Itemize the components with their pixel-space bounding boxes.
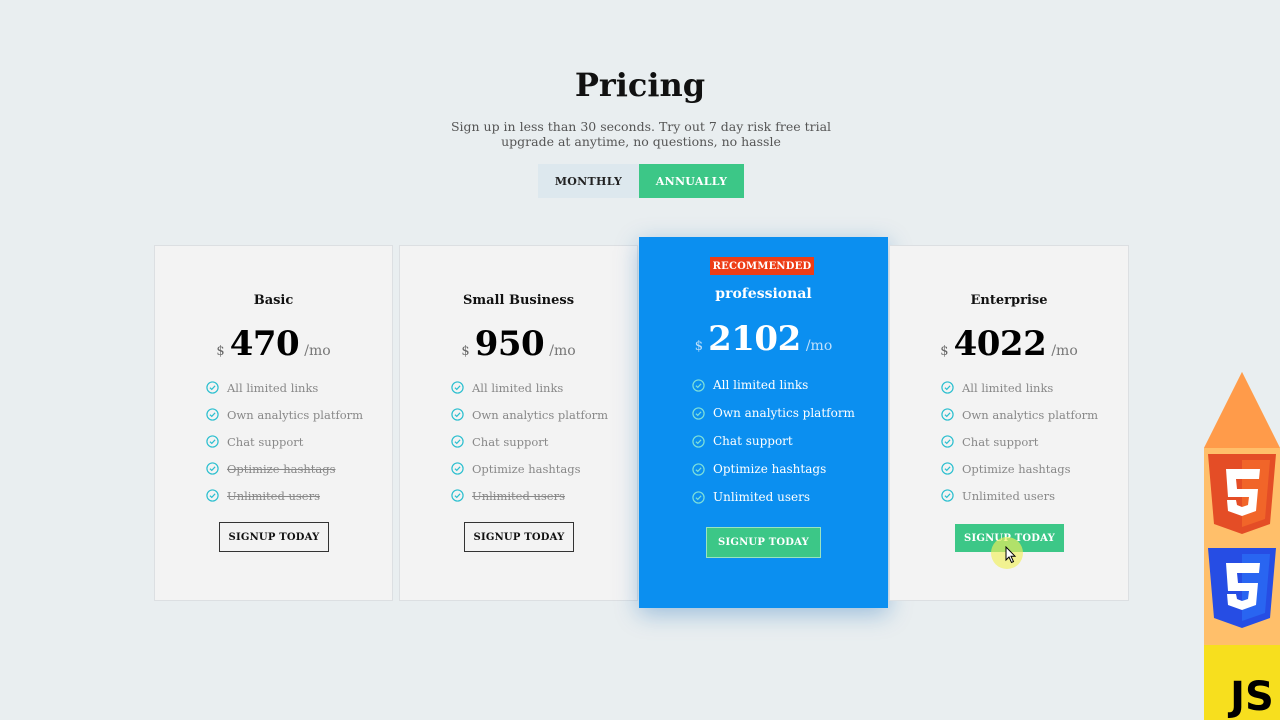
toggle-annually[interactable]: ANNUALLY — [639, 164, 744, 198]
check-circle-icon — [941, 408, 954, 421]
feature-item: Unlimited users — [206, 482, 363, 509]
feature-item: Own analytics platform — [206, 401, 363, 428]
feature-item: Optimize hashtags — [692, 455, 855, 483]
plan-card-small-business: Small Business $ 950 /mo All limited lin… — [399, 245, 638, 601]
check-circle-icon — [692, 406, 705, 420]
tech-logos-strip: JS — [1204, 372, 1280, 720]
feature-item: Chat support — [941, 428, 1098, 455]
plan-card-basic: Basic $ 470 /mo All limited links Own an… — [154, 245, 393, 601]
plan-name: Small Business — [462, 293, 575, 308]
plan-name: Enterprise — [970, 293, 1048, 308]
feature-list: All limited links Own analytics platform… — [206, 374, 363, 509]
js-label: JS — [1227, 674, 1274, 720]
feature-item: Chat support — [692, 427, 855, 455]
billing-toggle: MONTHLY ANNUALLY — [538, 164, 744, 198]
feature-item: All limited links — [941, 374, 1098, 401]
page-subtitle: Sign up in less than 30 seconds. Try out… — [450, 119, 832, 149]
recommended-badge: RECOMMENDED — [710, 257, 814, 275]
currency-symbol: $ — [216, 344, 225, 359]
check-circle-icon — [941, 435, 954, 448]
check-circle-icon — [692, 462, 705, 476]
signup-button[interactable]: SIGNUP TODAY — [464, 522, 574, 552]
feature-list: All limited links Own analytics platform… — [692, 371, 855, 511]
plan-price: $ 4022 /mo — [890, 324, 1128, 364]
check-circle-icon — [451, 408, 464, 421]
page-title: Pricing — [574, 66, 706, 104]
feature-item: All limited links — [206, 374, 363, 401]
check-circle-icon — [451, 489, 464, 502]
css3-icon — [1208, 548, 1276, 628]
html5-icon — [1208, 454, 1276, 534]
currency-symbol: $ — [940, 344, 949, 359]
mouse-pointer-icon — [1005, 546, 1017, 564]
check-circle-icon — [451, 462, 464, 475]
plan-card-professional: RECOMMENDED professional $ 2102 /mo All … — [639, 237, 888, 608]
currency-symbol: $ — [461, 344, 470, 359]
feature-item: Own analytics platform — [451, 401, 608, 428]
signup-button[interactable]: SIGNUP TODAY — [706, 527, 821, 558]
check-circle-icon — [451, 381, 464, 394]
check-circle-icon — [941, 489, 954, 502]
toggle-monthly[interactable]: MONTHLY — [538, 164, 639, 198]
feature-item: Chat support — [451, 428, 608, 455]
check-circle-icon — [692, 490, 705, 504]
price-amount: 4022 — [953, 324, 1047, 364]
price-period: /mo — [1051, 343, 1078, 359]
plan-price: $ 470 /mo — [155, 324, 392, 364]
price-period: /mo — [304, 343, 331, 359]
check-circle-icon — [206, 462, 219, 475]
feature-item: Unlimited users — [941, 482, 1098, 509]
price-amount: 950 — [474, 324, 545, 364]
currency-symbol: $ — [694, 339, 704, 354]
check-circle-icon — [206, 408, 219, 421]
price-amount: 2102 — [708, 319, 801, 359]
feature-item: Own analytics platform — [692, 399, 855, 427]
check-circle-icon — [206, 381, 219, 394]
price-period: /mo — [549, 343, 576, 359]
feature-list: All limited links Own analytics platform… — [451, 374, 608, 509]
feature-item: Optimize hashtags — [451, 455, 608, 482]
check-circle-icon — [941, 381, 954, 394]
plan-name: Basic — [253, 293, 294, 308]
plan-name: professional — [715, 286, 812, 302]
feature-item: Chat support — [206, 428, 363, 455]
check-circle-icon — [692, 378, 705, 392]
feature-item: All limited links — [451, 374, 608, 401]
check-circle-icon — [206, 489, 219, 502]
check-circle-icon — [941, 462, 954, 475]
price-amount: 470 — [229, 324, 300, 364]
feature-item: Own analytics platform — [941, 401, 1098, 428]
plan-price: $ 950 /mo — [400, 324, 637, 364]
price-period: /mo — [805, 338, 833, 354]
feature-item: Optimize hashtags — [941, 455, 1098, 482]
signup-button[interactable]: SIGNUP TODAY — [219, 522, 329, 552]
feature-list: All limited links Own analytics platform… — [941, 374, 1098, 509]
check-circle-icon — [451, 435, 464, 448]
feature-item: All limited links — [692, 371, 855, 399]
feature-item: Optimize hashtags — [206, 455, 363, 482]
check-circle-icon — [206, 435, 219, 448]
check-circle-icon — [692, 434, 705, 448]
plan-price: $ 2102 /mo — [639, 319, 888, 359]
feature-item: Unlimited users — [451, 482, 608, 509]
feature-item: Unlimited users — [692, 483, 855, 511]
